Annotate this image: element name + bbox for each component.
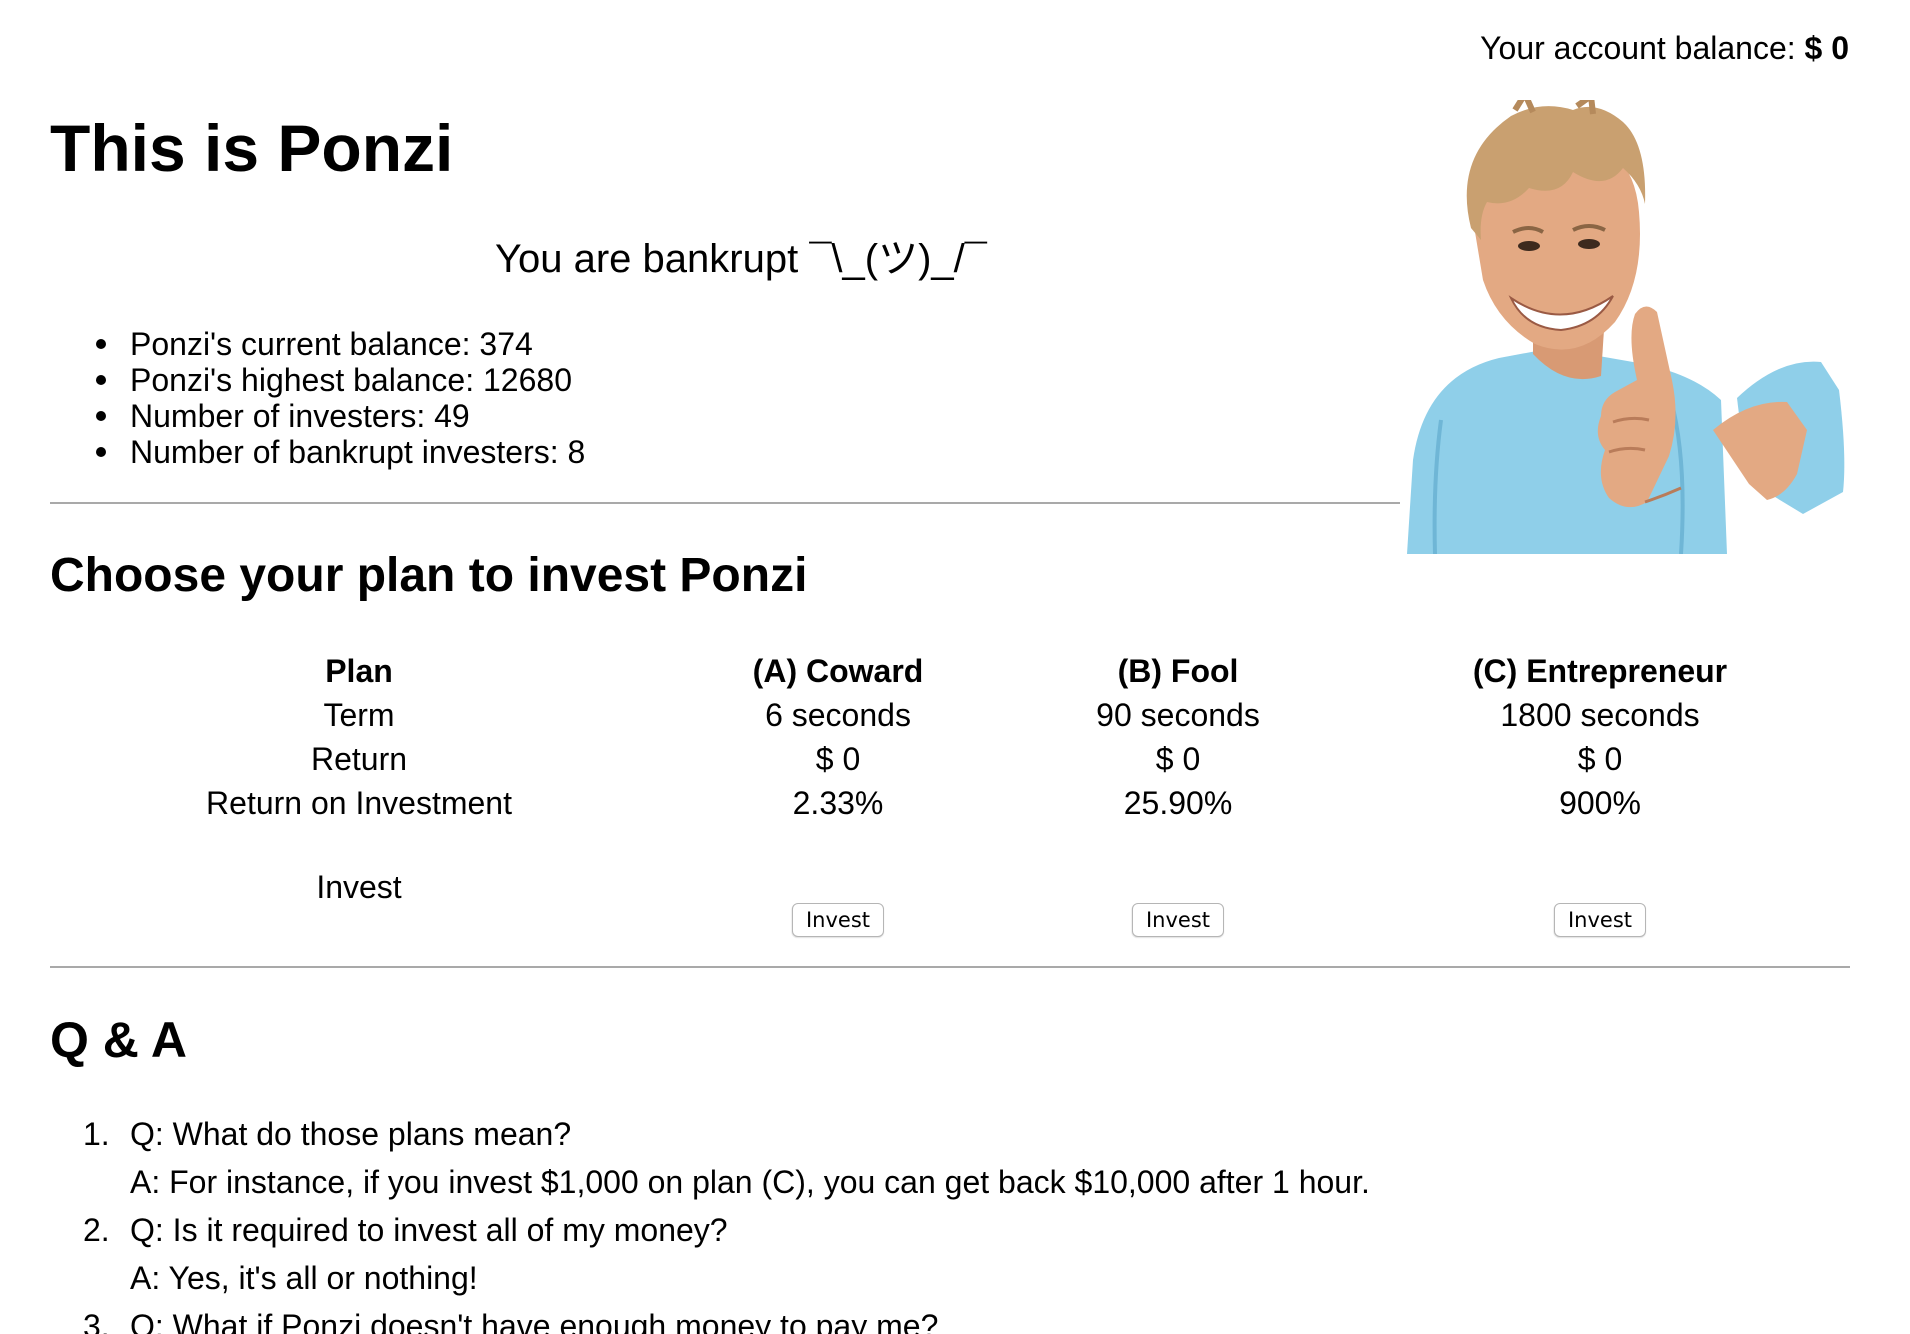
qa-number: 2. (83, 1212, 110, 1248)
row-label-return: Return (310, 741, 408, 777)
qa-number: 1. (83, 1116, 110, 1152)
account-balance: Your account balance: $ 0 (1480, 28, 1849, 68)
plan-b-name: (B) Fool (1117, 653, 1239, 689)
invest-plan-c-button[interactable]: Invest (1553, 903, 1647, 937)
hero-photo (1401, 87, 1849, 555)
plan-c-roi: 900% (1559, 785, 1641, 821)
row-label-plan: Plan (325, 653, 393, 689)
stat-highest-balance: Ponzi's highest balance: 12680 (94, 362, 585, 398)
plans-heading: Choose your plan to invest Ponzi (50, 549, 808, 602)
plan-b-return: $ 0 (1155, 741, 1201, 777)
row-label-roi: Return on Investment (206, 785, 512, 821)
stat-current-balance: Ponzi's current balance: 374 (94, 326, 585, 362)
qa-list: 1. Q: What do those plans mean? A: For i… (50, 1110, 1370, 1334)
smiling-man-thumbs-up-icon (1407, 87, 1845, 555)
qa-question: Q: What if Ponzi doesn't have enough mon… (130, 1308, 939, 1334)
qa-number: 3. (83, 1308, 110, 1334)
qa-question: Q: What do those plans mean? (130, 1116, 572, 1152)
plan-a-term: 6 seconds (765, 697, 911, 733)
plan-a-name: (A) Coward (752, 653, 924, 689)
qa-question: Q: Is it required to invest all of my mo… (130, 1212, 728, 1248)
qa-answer: A: For instance, if you invest $1,000 on… (130, 1164, 1370, 1200)
qa-item: 2. Q: Is it required to invest all of my… (50, 1206, 1370, 1302)
ponzi-stats-list: Ponzi's current balance: 374 Ponzi's hig… (94, 326, 585, 470)
qa-answer: A: Yes, it's all or nothing! (130, 1260, 478, 1296)
invest-plan-b-button[interactable]: Invest (1131, 903, 1225, 937)
plan-a-roi: 2.33% (792, 785, 884, 821)
qa-heading: Q & A (50, 1012, 188, 1068)
row-label-term: Term (323, 697, 395, 733)
stat-bankrupt-investors: Number of bankrupt investers: 8 (94, 434, 585, 470)
plan-c-term: 1800 seconds (1500, 697, 1700, 733)
plan-b-roi: 25.90% (1123, 785, 1233, 821)
account-balance-label: Your account balance: (1480, 30, 1796, 66)
divider (50, 966, 1850, 968)
account-balance-value: $ 0 (1804, 30, 1849, 66)
plan-c-return: $ 0 (1577, 741, 1623, 777)
divider (50, 502, 1400, 504)
plan-a-return: $ 0 (815, 741, 861, 777)
stat-investors: Number of investers: 49 (94, 398, 585, 434)
bankrupt-status: You are bankrupt ¯\_(ツ)_/¯ (495, 237, 987, 281)
plan-c-name: (C) Entrepreneur (1472, 653, 1728, 689)
qa-item: 3. Q: What if Ponzi doesn't have enough … (50, 1302, 1370, 1334)
page-title: This is Ponzi (50, 111, 454, 185)
qa-item: 1. Q: What do those plans mean? A: For i… (50, 1110, 1370, 1206)
invest-plan-a-button[interactable]: Invest (791, 903, 885, 937)
row-label-invest: Invest (316, 869, 402, 905)
plan-b-term: 90 seconds (1096, 697, 1260, 733)
